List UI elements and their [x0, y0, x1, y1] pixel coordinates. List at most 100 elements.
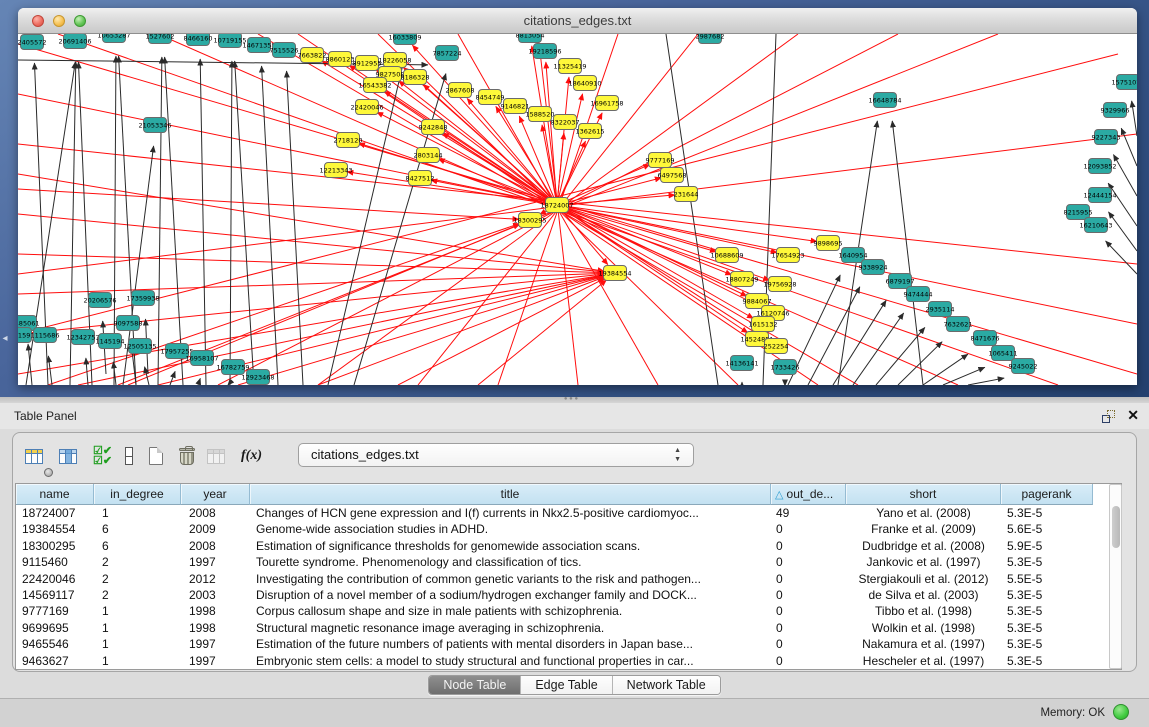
network-node[interactable]: 2987682 — [696, 34, 725, 44]
merge-rows-icon[interactable] — [125, 447, 149, 471]
network-node[interactable]: 16543382 — [358, 78, 391, 93]
network-node[interactable]: 7857224 — [433, 46, 462, 61]
column-header-short[interactable]: short — [846, 484, 1001, 505]
network-node[interactable]: 18724007 — [540, 198, 573, 213]
network-node[interactable]: 39159 — [18, 328, 32, 343]
table-row[interactable]: 1872400712008Changes of HCN gene express… — [16, 505, 1093, 521]
network-node[interactable]: 16782759 — [216, 360, 249, 375]
network-node[interactable]: 1733426 — [771, 360, 800, 375]
network-node[interactable]: 20691406 — [58, 34, 91, 49]
network-node[interactable]: 12093852 — [1083, 159, 1116, 174]
network-node[interactable]: 12923468 — [241, 370, 274, 385]
network-node[interactable]: 19756928 — [763, 277, 796, 292]
network-node[interactable]: 9898695 — [814, 236, 843, 251]
float-panel-icon[interactable] — [1102, 410, 1115, 423]
network-node[interactable]: 1115686 — [31, 328, 60, 343]
network-node[interactable]: 18640910 — [568, 76, 601, 91]
network-node[interactable]: 2405572 — [18, 35, 46, 50]
network-node[interactable]: 19218596 — [528, 44, 561, 59]
column-header-in_degree[interactable]: in_degree — [94, 484, 181, 505]
network-window-titlebar[interactable]: citations_edges.txt — [18, 8, 1137, 34]
panel-collapse-arrow-icon[interactable]: ◂ — [0, 330, 10, 348]
network-node[interactable]: 7515526 — [270, 43, 299, 58]
network-node[interactable]: 8427512 — [406, 171, 435, 186]
divider-handle-icon[interactable]: ● ● ● — [562, 397, 580, 402]
network-node[interactable]: 2935114 — [926, 302, 955, 317]
close-panel-icon[interactable]: ✕ — [1127, 407, 1139, 424]
network-node[interactable]: 18300295 — [513, 213, 546, 228]
new-document-icon[interactable] — [149, 447, 173, 471]
network-node[interactable]: 17654923 — [771, 248, 804, 263]
network-node[interactable]: 8471676 — [971, 331, 1000, 346]
network-node[interactable]: 6497568 — [658, 168, 687, 183]
network-node[interactable]: 9474444 — [904, 287, 933, 302]
select-columns-icon[interactable] — [59, 449, 83, 473]
network-node[interactable]: 9329966 — [1101, 103, 1130, 118]
network-node[interactable]: 7663822 — [298, 48, 327, 63]
network-node[interactable]: 9097588 — [114, 316, 143, 331]
column-header-title[interactable]: title — [250, 484, 771, 505]
network-node[interactable]: 21053346 — [138, 118, 171, 133]
network-node[interactable]: 252254 — [764, 339, 789, 354]
network-node[interactable]: 18226058 — [378, 53, 411, 68]
table-row[interactable]: 2242004622012Investigating the contribut… — [16, 571, 1093, 587]
network-node[interactable]: 9777169 — [646, 153, 675, 168]
table-row[interactable]: 911546021997Tourette syndrome. Phenomeno… — [16, 554, 1093, 570]
table-row[interactable]: 946362711997Embryonic stem cells: a mode… — [16, 653, 1093, 669]
network-node[interactable]: 2718120 — [334, 133, 363, 148]
network-node[interactable]: 1145194 — [96, 334, 125, 349]
network-node[interactable]: 12444154 — [1083, 188, 1116, 203]
network-node[interactable]: 16958107 — [185, 351, 218, 366]
table-row[interactable]: 977716911998Corpus callosum shape and si… — [16, 603, 1093, 619]
network-node[interactable]: 10688609 — [710, 248, 743, 263]
network-node[interactable]: 11325419 — [553, 59, 586, 74]
table-row[interactable]: 1938455462009Genome-wide association stu… — [16, 521, 1093, 537]
network-node[interactable]: 8186328 — [401, 70, 430, 85]
network-node[interactable]: 8813054 — [516, 34, 545, 43]
table-row[interactable]: 946554611997Estimation of the future num… — [16, 636, 1093, 652]
network-node[interactable]: 19384554 — [598, 266, 631, 281]
network-node[interactable]: 7632621 — [944, 317, 973, 332]
network-node[interactable]: 9227343 — [1092, 130, 1121, 145]
network-node[interactable]: 12505135 — [123, 339, 156, 354]
table-scrollbar[interactable] — [1109, 484, 1122, 669]
network-node[interactable]: 1527602 — [146, 34, 175, 44]
network-node[interactable]: 1615132 — [749, 317, 778, 332]
table-row[interactable]: 969969511998Structural magnetic resonanc… — [16, 620, 1093, 636]
column-header-year[interactable]: year — [181, 484, 250, 505]
network-node[interactable]: 9338924 — [859, 260, 888, 275]
tab-node-table[interactable]: Node Table — [429, 676, 521, 694]
column-header-pagerank[interactable]: pagerank — [1001, 484, 1093, 505]
network-node[interactable]: 8912955 — [353, 56, 382, 71]
network-node[interactable]: 17359938 — [126, 291, 159, 306]
column-header-out_de[interactable]: △ out_de... — [771, 484, 846, 505]
network-node[interactable]: 16961758 — [590, 96, 623, 111]
network-node[interactable]: 16648784 — [868, 93, 901, 108]
tab-network-table[interactable]: Network Table — [613, 676, 720, 694]
network-node[interactable]: 12213343 — [319, 163, 352, 178]
network-node[interactable]: 2803144 — [414, 148, 443, 163]
select-rows-icon[interactable]: ☑✔☑✔ — [93, 447, 117, 471]
network-node[interactable]: 10653287 — [97, 34, 130, 43]
table-row[interactable]: 1830029562008Estimation of significance … — [16, 538, 1093, 554]
network-node[interactable]: 9245022 — [1009, 359, 1038, 374]
network-node[interactable]: 8466160 — [184, 34, 213, 46]
table-row[interactable]: 1456911722003Disruption of a novel membe… — [16, 587, 1093, 603]
network-node[interactable]: 2867608 — [446, 83, 475, 98]
network-node[interactable]: 18807249 — [725, 272, 758, 287]
function-builder-icon[interactable]: f(x) — [241, 448, 265, 472]
network-node[interactable]: 1065411 — [989, 346, 1018, 361]
column-header-name[interactable]: name — [16, 484, 94, 505]
delete-table-icon[interactable] — [179, 446, 203, 470]
network-node[interactable]: 231644 — [674, 187, 699, 202]
network-node[interactable]: 20206576 — [83, 293, 116, 308]
table-settings-icon[interactable] — [25, 449, 49, 473]
network-node[interactable]: 8860123 — [326, 52, 355, 67]
network-node[interactable]: 15751074 — [1111, 75, 1137, 90]
network-node[interactable]: 1362615 — [576, 124, 605, 139]
network-node[interactable]: 9242848 — [419, 120, 448, 135]
network-node[interactable]: 16210643 — [1079, 218, 1112, 233]
network-canvas[interactable]: 2405572206914061065328715276028466160107… — [18, 34, 1137, 385]
tab-edge-table[interactable]: Edge Table — [521, 676, 612, 694]
network-node[interactable]: 22420046 — [350, 100, 383, 115]
